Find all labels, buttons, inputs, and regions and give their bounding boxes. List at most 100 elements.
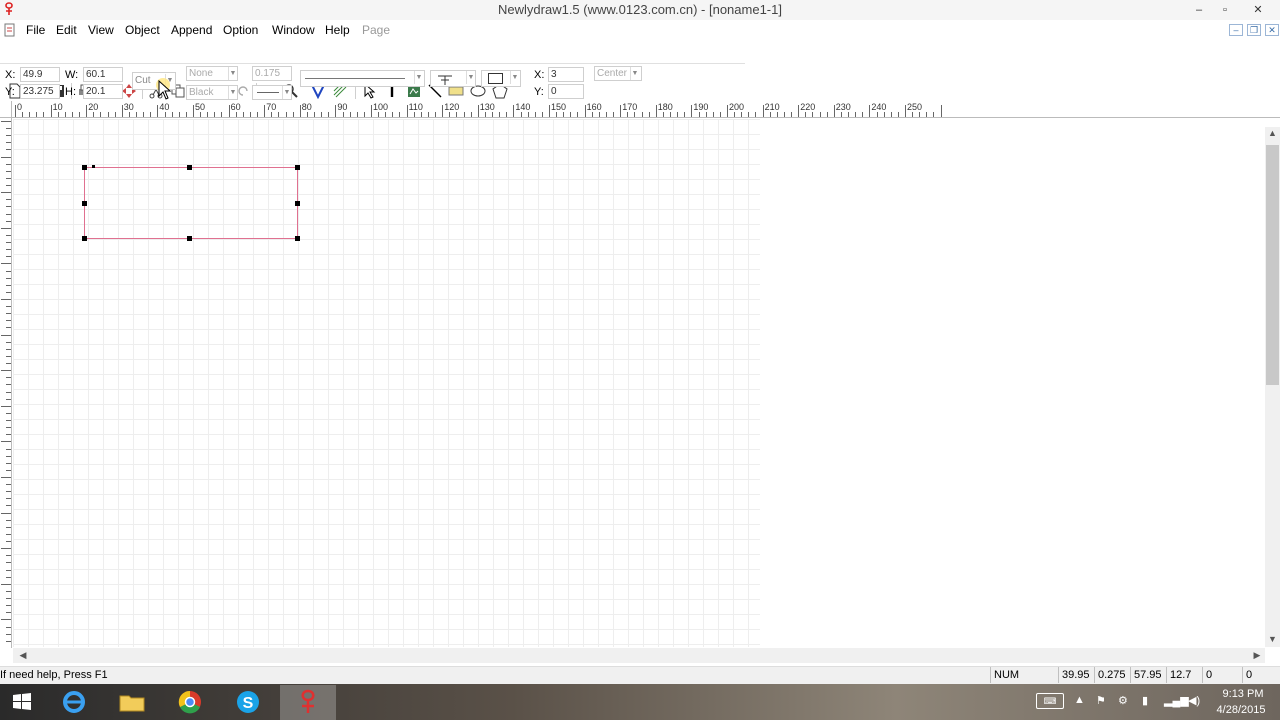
show-hidden-icon[interactable]: ▲ [1074,694,1085,706]
ruler-tick [662,112,664,117]
resize-handle[interactable] [82,236,87,241]
clock-time[interactable]: 9:13 PM [1218,688,1268,700]
line-type-select[interactable] [300,70,425,87]
chevron-down-icon[interactable]: ▼ [466,71,475,84]
internet-explorer-icon[interactable] [56,687,92,717]
canvas-blank-area[interactable] [760,119,1265,647]
ruler-tick [6,128,11,130]
ruler-tick [769,112,771,117]
volume-icon[interactable]: ◀) [1188,694,1200,707]
x-position-field[interactable]: 49.9 [20,67,60,82]
ruler-tick [6,576,11,578]
ruler-label: 200 [729,102,745,112]
ruler-tick [506,112,508,117]
ruler-tick [613,112,615,117]
height-field[interactable]: 20.1 [83,84,123,99]
chevron-down-icon[interactable]: ▼ [414,71,423,84]
menu-window[interactable]: Window [272,23,315,37]
ruler-tick [406,105,408,117]
scroll-left-icon[interactable]: ◀ [16,650,30,662]
width-field[interactable]: 60.1 [83,67,123,82]
selected-rectangle[interactable] [84,167,298,239]
chevron-down-icon[interactable]: ▼ [228,67,237,80]
chevron-down-icon[interactable]: ▼ [282,86,291,99]
scroll-right-icon[interactable]: ▶ [1250,650,1264,662]
windows-start-icon[interactable] [4,687,40,717]
ruler-tick [727,105,728,117]
resize-handle[interactable] [295,236,300,241]
ruler-tick [926,112,928,117]
horizontal-scrollbar[interactable] [13,648,1265,663]
ruler-tick [6,626,11,628]
chevron-down-icon[interactable]: ▼ [510,71,519,84]
clock-date[interactable]: 4/28/2015 [1214,704,1268,716]
ruler-tick [798,105,800,117]
newlydraw-task-icon[interactable] [290,687,326,717]
ruler-label: 20 [88,102,99,112]
vertical-scroll-thumb[interactable] [1266,145,1279,385]
resize-handle[interactable] [92,165,95,168]
ruler-tick [6,391,11,393]
resize-handle[interactable] [187,236,192,241]
ruler-tick [107,112,109,117]
ruler-tick [484,112,486,117]
ruler-tick [855,112,857,117]
offset-y-field[interactable]: 0 [548,84,584,99]
power-icon[interactable]: ▮ [1142,694,1148,707]
ruler-tick [6,355,11,357]
tray-app-icon[interactable]: ⚙ [1118,694,1128,707]
skype-icon[interactable]: S [230,687,266,717]
keyboard-icon[interactable]: ⌨ [1036,693,1064,709]
ruler-tick [6,526,11,528]
doc-minimize-icon[interactable]: – [1229,24,1243,36]
doc-close-icon[interactable]: ✕ [1265,24,1279,36]
ruler-tick [6,142,11,144]
ruler-tick [712,112,714,117]
maximize-button[interactable]: ▫ [1212,1,1238,19]
ruler-tick [6,569,11,571]
ruler-tick [748,112,750,117]
ruler-tick [912,112,914,117]
ruler-tick [71,112,73,117]
scroll-up-icon[interactable]: ▲ [1266,128,1279,140]
ruler-tick [136,112,138,117]
line-width-field[interactable]: 0.175 [252,66,292,81]
ruler-tick [641,112,643,117]
resize-handle[interactable] [295,201,300,206]
status-value-5: 0 [1202,667,1242,683]
minimize-button[interactable]: – [1186,1,1212,19]
ruler-tick [235,112,237,117]
file-explorer-icon[interactable] [114,687,150,717]
ruler-tick [684,112,686,117]
ruler-tick [6,412,11,414]
chevron-down-icon[interactable]: ▼ [630,67,639,80]
ruler-tick [6,533,11,535]
flag-icon[interactable]: ⚑ [1096,694,1106,707]
menu-append[interactable]: Append [171,23,212,37]
ruler-tick [22,112,24,117]
ruler-tick [883,112,885,117]
ruler-tick [1,263,11,265]
offset-x-field[interactable]: 3 [548,67,584,82]
ruler-tick [1,121,11,122]
doc-restore-icon[interactable]: ❐ [1247,24,1261,36]
network-icon[interactable]: ▂▄▆ [1164,694,1189,707]
ruler-tick [6,185,11,187]
ruler-tick [50,105,52,117]
chevron-down-icon[interactable]: ▼ [228,86,237,99]
menu-file[interactable]: File [26,23,45,37]
resize-handle[interactable] [82,201,87,206]
scroll-down-icon[interactable]: ▼ [1266,634,1279,646]
close-button[interactable]: ✕ [1236,1,1280,19]
resize-handle[interactable] [187,165,192,170]
resize-handle[interactable] [82,165,87,170]
chrome-icon[interactable] [172,687,208,717]
menu-help[interactable]: Help [325,23,350,37]
menu-option[interactable]: Option [223,23,258,37]
y-position-field[interactable]: 23.275 [20,84,60,99]
menu-edit[interactable]: Edit [56,23,77,37]
ruler-tick [1,477,11,478]
menu-object[interactable]: Object [125,23,160,37]
resize-handle[interactable] [295,165,300,170]
menu-view[interactable]: View [88,23,114,37]
